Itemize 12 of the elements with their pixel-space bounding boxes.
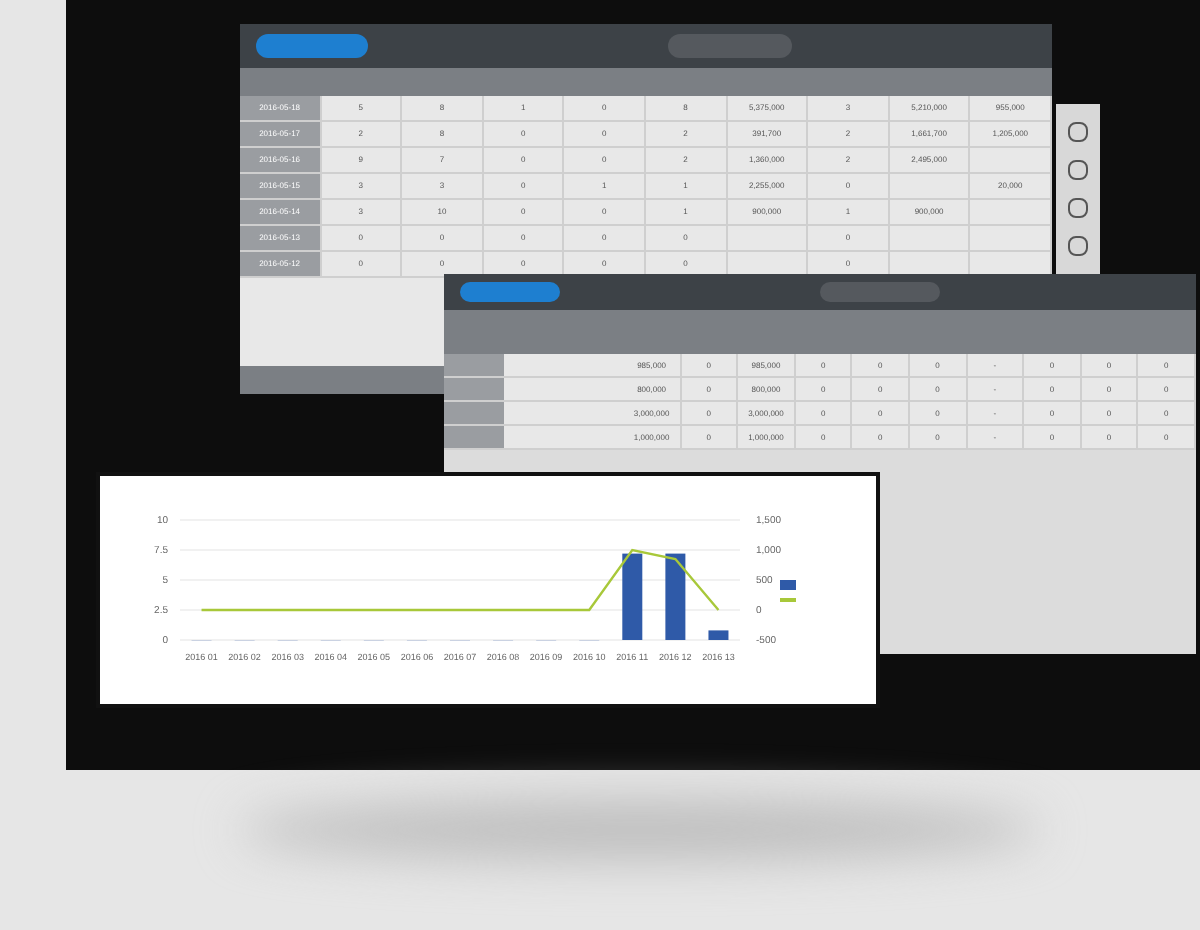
row-header bbox=[444, 426, 504, 448]
toolbar-icon[interactable] bbox=[1068, 159, 1088, 180]
row-header bbox=[444, 378, 504, 400]
toolbar-icon[interactable] bbox=[1068, 198, 1088, 219]
title-pill bbox=[460, 282, 560, 302]
legend-swatch bbox=[780, 580, 796, 590]
toolbar-icon[interactable] bbox=[1068, 236, 1088, 257]
search-field[interactable] bbox=[820, 282, 940, 302]
toolbar-icon[interactable] bbox=[1068, 121, 1088, 142]
title-pill bbox=[256, 34, 368, 58]
row-header bbox=[444, 402, 504, 424]
row-header bbox=[444, 354, 504, 376]
